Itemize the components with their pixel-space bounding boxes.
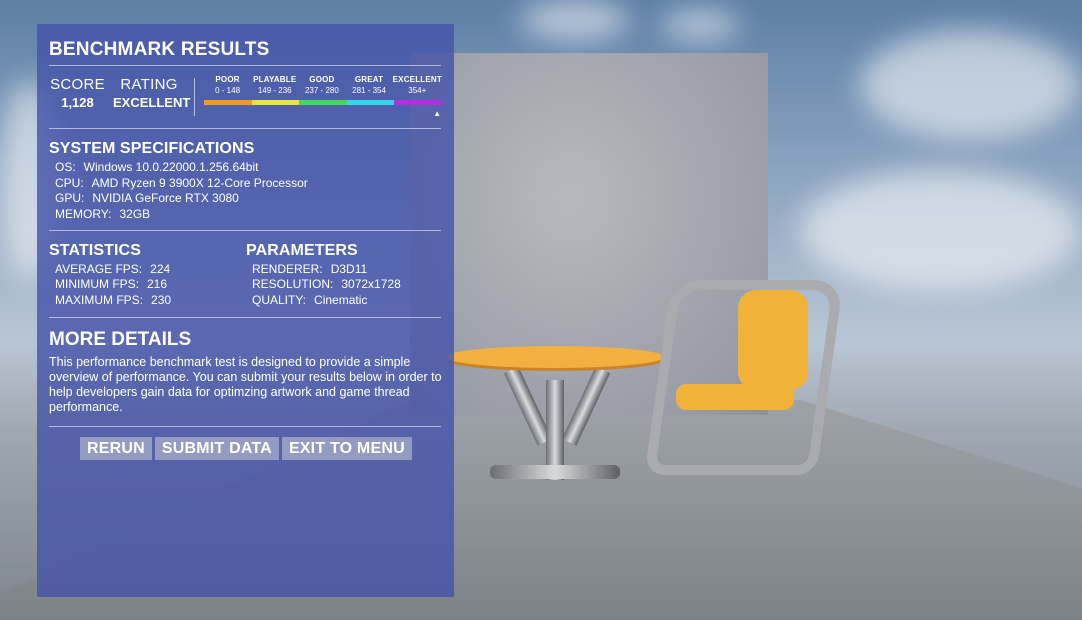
param-label: RESOLUTION: bbox=[252, 277, 334, 291]
cloud bbox=[520, 0, 630, 40]
rating-label: RATING bbox=[120, 76, 178, 93]
spec-label: CPU: bbox=[55, 176, 84, 190]
rating-marker-icon: ▲ bbox=[433, 109, 441, 118]
more-details-title: MORE DETAILS bbox=[49, 329, 192, 350]
cloud bbox=[660, 10, 740, 40]
cloud bbox=[860, 30, 1080, 140]
rating-scale: POOR 0 - 148 PLAYABLE 149 - 236 GOOD 237… bbox=[204, 75, 442, 118]
scale-label: EXCELLENT bbox=[392, 75, 442, 84]
system-specs-title: SYSTEM SPECIFICATIONS bbox=[49, 140, 255, 157]
more-details-text: This performance benchmark test is desig… bbox=[49, 355, 442, 414]
scale-poor: POOR 0 - 148 bbox=[204, 75, 251, 95]
score-label: SCORE bbox=[50, 76, 105, 93]
exit-to-menu-button[interactable]: EXIT TO MENU bbox=[281, 437, 412, 460]
stat-value: 216 bbox=[147, 277, 168, 291]
stat-average-fps: AVERAGE FPS: 224 bbox=[55, 262, 170, 276]
scale-label: GREAT bbox=[354, 75, 384, 84]
panel-title: BENCHMARK RESULTS bbox=[49, 39, 270, 60]
action-buttons: RERUN SUBMIT DATA EXIT TO MENU bbox=[80, 437, 412, 460]
scale-range: 281 - 354 bbox=[352, 86, 386, 95]
stat-value: 230 bbox=[151, 293, 172, 307]
chair-seat-cushion bbox=[676, 384, 794, 410]
stat-label: MINIMUM FPS: bbox=[55, 277, 139, 291]
param-value: 3072x1728 bbox=[341, 277, 401, 291]
cloud bbox=[800, 170, 1080, 290]
score-block: SCORE 1,128 bbox=[49, 76, 106, 110]
spec-value: NVIDIA GeForce RTX 3080 bbox=[92, 191, 239, 205]
scale-label: GOOD bbox=[309, 75, 335, 84]
spec-gpu: GPU: NVIDIA GeForce RTX 3080 bbox=[55, 191, 239, 205]
divider bbox=[49, 65, 441, 66]
submit-data-button[interactable]: SUBMIT DATA bbox=[154, 437, 279, 460]
param-renderer: RENDERER: D3D11 bbox=[252, 262, 367, 276]
scale-segment-playable bbox=[251, 100, 300, 105]
rating-block: RATING EXCELLENT bbox=[113, 76, 191, 110]
statistics-title: STATISTICS bbox=[49, 242, 141, 259]
param-label: RENDERER: bbox=[252, 262, 323, 276]
scale-range: 149 - 236 bbox=[257, 86, 292, 95]
rating-value: EXCELLENT bbox=[113, 95, 191, 110]
stat-label: AVERAGE FPS: bbox=[55, 262, 143, 276]
scale-range: 0 - 148 bbox=[215, 86, 241, 95]
scale-good: GOOD 237 - 280 bbox=[298, 75, 345, 95]
scale-label: POOR bbox=[215, 75, 240, 84]
table-top bbox=[446, 346, 664, 368]
scale-segment-good bbox=[299, 100, 347, 105]
scale-range: 237 - 280 bbox=[304, 86, 339, 95]
scale-excellent: EXCELLENT 354+ bbox=[393, 75, 442, 95]
spec-label: GPU: bbox=[55, 191, 85, 205]
divider bbox=[49, 317, 441, 318]
score-value: 1,128 bbox=[61, 95, 94, 110]
scale-segment-poor bbox=[204, 100, 252, 105]
divider bbox=[49, 230, 441, 231]
vertical-divider bbox=[194, 78, 195, 116]
benchmark-results-panel: BENCHMARK RESULTS SCORE 1,128 RATING EXC… bbox=[37, 24, 454, 597]
stat-label: MAXIMUM FPS: bbox=[55, 293, 144, 307]
param-label: QUALITY: bbox=[252, 293, 307, 307]
spec-cpu: CPU: AMD Ryzen 9 3900X 12-Core Processor bbox=[55, 176, 308, 190]
scale-playable: PLAYABLE 149 - 236 bbox=[251, 75, 298, 95]
scale-segment-great bbox=[346, 100, 395, 105]
spec-memory: MEMORY: 32GB bbox=[55, 207, 150, 221]
scale-label: PLAYABLE bbox=[253, 75, 297, 84]
divider bbox=[49, 426, 441, 427]
parameters-title: PARAMETERS bbox=[246, 242, 358, 259]
scale-range: 354+ bbox=[408, 86, 427, 95]
rerun-button[interactable]: RERUN bbox=[80, 437, 152, 460]
spec-value: 32GB bbox=[119, 207, 151, 221]
divider bbox=[49, 128, 441, 129]
spec-value: AMD Ryzen 9 3900X 12-Core Processor bbox=[91, 176, 308, 190]
scale-segment-excellent bbox=[394, 100, 442, 105]
spec-os: OS: Windows 10.0.22000.1.256.64bit bbox=[55, 160, 258, 174]
param-resolution: RESOLUTION: 3072x1728 bbox=[252, 277, 401, 291]
stat-minimum-fps: MINIMUM FPS: 216 bbox=[55, 277, 167, 291]
param-value: Cinematic bbox=[314, 293, 368, 307]
param-quality: QUALITY: Cinematic bbox=[252, 293, 367, 307]
stat-maximum-fps: MAXIMUM FPS: 230 bbox=[55, 293, 171, 307]
spec-value: Windows 10.0.22000.1.256.64bit bbox=[83, 160, 259, 174]
chair-back-cushion bbox=[738, 290, 808, 390]
stat-value: 224 bbox=[150, 262, 171, 276]
scale-color-bar bbox=[204, 100, 442, 105]
spec-label: MEMORY: bbox=[55, 207, 112, 221]
spec-label: OS: bbox=[55, 160, 76, 174]
param-value: D3D11 bbox=[330, 262, 368, 276]
scale-great: GREAT 281 - 354 bbox=[345, 75, 392, 95]
table-base bbox=[490, 465, 620, 479]
